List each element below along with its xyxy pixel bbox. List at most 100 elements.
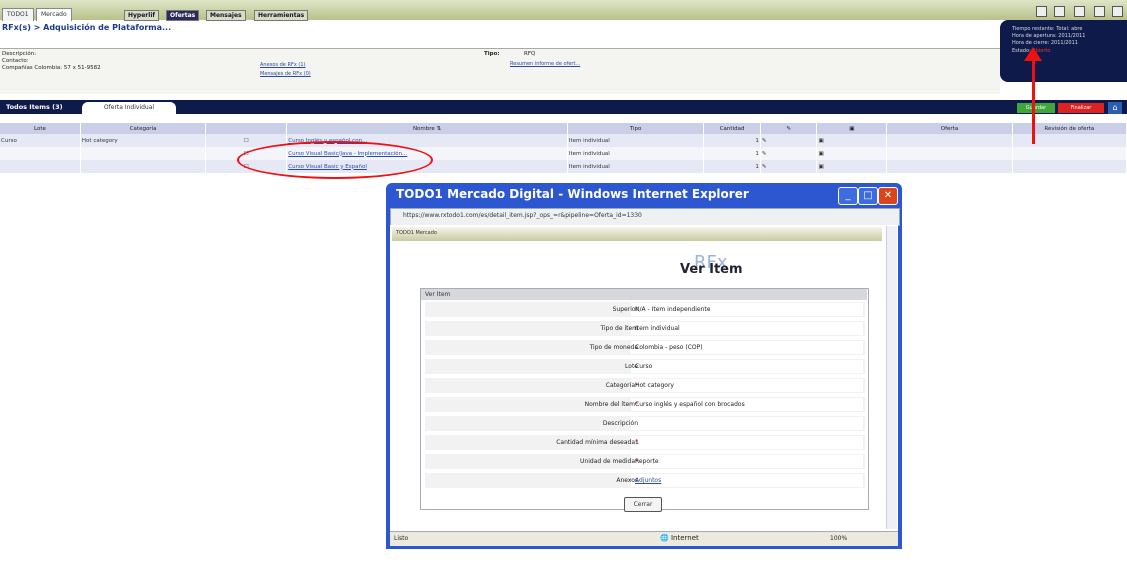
cell-oferta[interactable] [886, 147, 1013, 160]
field-value: Item individual [635, 325, 680, 332]
settings-icon[interactable] [1074, 6, 1085, 17]
breadcrumb: RFx(s) > Adquisición de Plataforma... [2, 23, 172, 32]
cell-lote [0, 147, 81, 160]
zone-label: Internet [670, 534, 699, 542]
resumen-link[interactable]: Resumen informe de ofert... [510, 61, 580, 67]
col-cantidad[interactable]: Cantidad [703, 123, 761, 134]
cell-revision [1012, 160, 1127, 173]
tab-todo1[interactable]: TODO1 [2, 8, 34, 21]
internet-zone: 🌐 Internet [660, 534, 699, 542]
maximize-button[interactable]: □ [858, 187, 878, 205]
status-line-2: Hora de apertura: 2011/2011 [1012, 33, 1086, 39]
zoom-level[interactable]: 100% [830, 535, 847, 542]
field-row: Unidad de medida* Reporte [425, 454, 865, 469]
field-label-text: Descripción [602, 420, 638, 427]
contacto-value: Compañías Colombia: 57 x 51-9582 [2, 65, 101, 71]
field-label-text: Categoría [605, 382, 635, 389]
arrow-head [1024, 47, 1042, 61]
contacto-label: Contacto: [2, 58, 29, 64]
col-nombre[interactable]: Nombre ⇅ [286, 123, 568, 134]
tab-oferta-individual[interactable]: Oferta Individual [82, 102, 176, 114]
col-revision[interactable]: Revisión de oferta [1012, 123, 1127, 134]
rfx-info-panel: Descripción: Contacto: Compañías Colombi… [0, 48, 1000, 94]
edit-icon[interactable]: ✎ [760, 147, 818, 160]
field-label: Cantidad mínima deseada* [556, 439, 638, 446]
image-icon[interactable]: ▣ [816, 160, 888, 173]
col-oferta[interactable]: Oferta [886, 123, 1013, 134]
field-value-cell [631, 360, 863, 373]
close-window-button[interactable]: ✕ [878, 187, 898, 205]
finalizar-button[interactable]: Finalizar [1058, 103, 1104, 113]
nav-mensajes[interactable]: Mensajes [206, 10, 246, 21]
cell-lote [0, 160, 81, 173]
field-row: Categoría* Hot category [425, 378, 865, 393]
cell-categoria [80, 160, 207, 173]
status-line-3: Hora de cierre: 2011/2011 [1012, 40, 1078, 46]
cell-tipo: Item individual [567, 160, 705, 173]
status-panel: Tiempo restante: Total: abre Hora de ape… [1000, 20, 1127, 82]
table-row[interactable]: Curso Hot category ☐ Curso Inglés y espa… [0, 134, 1127, 147]
home-icon[interactable]: ⌂ [1108, 102, 1122, 114]
col-categoria[interactable]: Categoría [80, 123, 207, 134]
cell-cantidad: 1 [703, 147, 761, 160]
edit-icon[interactable]: ✎ [760, 160, 818, 173]
status-bar [390, 531, 898, 546]
image-icon: ▣ [849, 125, 855, 132]
field-label: Unidad de medida* [580, 458, 638, 465]
print-icon[interactable] [1036, 6, 1047, 17]
nav-ofertas[interactable]: Ofertas [166, 10, 200, 21]
field-value: Curso [635, 363, 653, 370]
field-value: Curso inglés y español con brocados [635, 401, 745, 408]
tab-todos-items[interactable]: Todos Items (3) [6, 103, 63, 111]
inner-tab-strip [392, 227, 882, 241]
field-value-cell [631, 436, 863, 449]
cell-cantidad: 1 [703, 134, 761, 147]
cell-tipo: Item individual [567, 134, 705, 147]
image-icon[interactable]: ▣ [816, 147, 888, 160]
highlight-oval [237, 141, 433, 179]
sort-icon[interactable]: ⇅ [437, 126, 442, 132]
minimize-button[interactable]: _ [838, 187, 858, 205]
inner-tab[interactable]: TODO1 Mercado [396, 230, 437, 236]
tab-mercado[interactable]: Mercado [36, 8, 72, 21]
table-row[interactable]: ☐ Curso Visual Basic/Java - Implementaci… [0, 147, 1127, 160]
tipo-label: Tipo: [484, 51, 500, 57]
cell-revision [1012, 134, 1127, 147]
field-value: Reporte [635, 458, 659, 465]
pencil-icon: ✎ [786, 125, 791, 132]
field-value-cell [631, 474, 863, 487]
col-nombre-label: Nombre [412, 125, 435, 132]
col-lote[interactable]: Lote [0, 123, 81, 134]
image-icon[interactable]: ▣ [816, 134, 888, 147]
field-row: Superior N/A - Item independiente [425, 302, 865, 317]
mensajes-link[interactable]: Mensajes de RFx (0) [260, 71, 311, 77]
guardar-button[interactable]: Guardar [1017, 103, 1055, 113]
field-label-text: Tipo de ítem [600, 325, 639, 332]
help-icon[interactable] [1112, 6, 1123, 17]
field-value: Hot category [635, 382, 674, 389]
field-row: Tipo de ítem Item individual [425, 321, 865, 336]
save-icon[interactable] [1054, 6, 1065, 17]
field-value[interactable]: Adjuntos [635, 477, 661, 484]
address-bar[interactable]: https://www.rxtodo1.com/es/detail_item.j… [390, 208, 900, 226]
edit-icon[interactable]: ✎ [760, 134, 818, 147]
export-icon[interactable] [1094, 6, 1105, 17]
cell-oferta[interactable] [886, 160, 1013, 173]
items-table: Lote Categoría Nombre ⇅ Tipo Cantidad ✎ … [0, 123, 1127, 173]
nav-hyperlif[interactable]: Hyperlif [124, 10, 159, 21]
status-line-1: Tiempo restante: Total: abre [1012, 26, 1083, 32]
nav-herramientas[interactable]: Herramientas [254, 10, 309, 21]
col-edit: ✎ [760, 123, 818, 134]
anexos-link[interactable]: Anexos de RFx (1) [260, 62, 305, 68]
status-text: Listo [394, 535, 409, 542]
vertical-scrollbar[interactable] [886, 226, 897, 529]
cerrar-button[interactable]: Cerrar [624, 497, 662, 512]
col-check [205, 123, 288, 134]
field-row: Cantidad mínima deseada* 1 [425, 435, 865, 450]
col-tipo[interactable]: Tipo [567, 123, 705, 134]
table-row[interactable]: ☐ Curso Visual Basic y Español Item indi… [0, 160, 1127, 173]
field-label: Categoría* [606, 382, 638, 389]
window-title: TODO1 Mercado Digital - Windows Internet… [396, 187, 749, 201]
cell-oferta[interactable] [886, 134, 1013, 147]
field-row: Lote Curso [425, 359, 865, 374]
